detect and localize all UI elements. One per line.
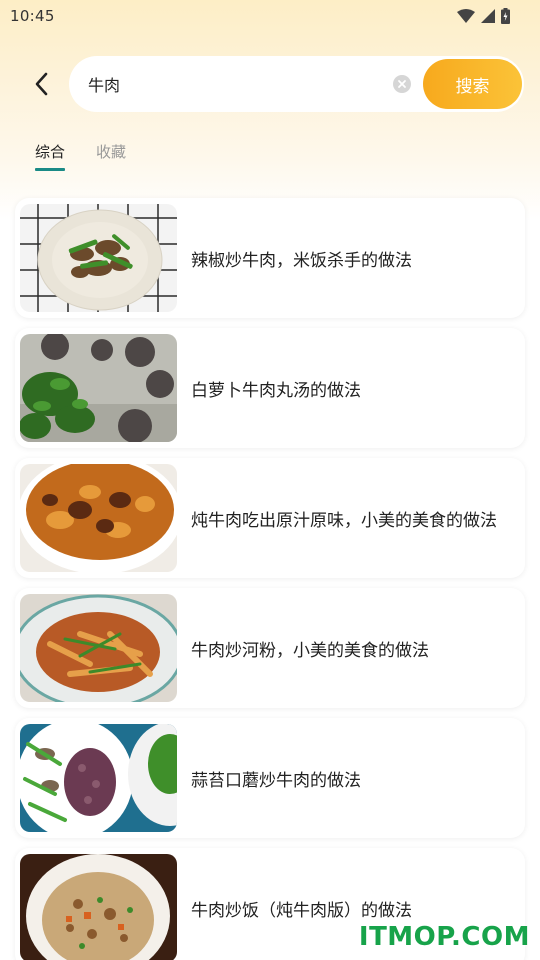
result-item[interactable]: 牛肉炒河粉，小美的美食的做法 <box>15 588 525 708</box>
result-item[interactable]: 辣椒炒牛肉，米饭杀手的做法 <box>15 198 525 318</box>
result-list: 辣椒炒牛肉，米饭杀手的做法 白萝卜牛肉丸汤的做法 炖牛肉吃出原汁原味，小美的美食… <box>15 198 525 960</box>
result-item[interactable]: 炖牛肉吃出原汁原味，小美的美食的做法 <box>15 458 525 578</box>
search-input[interactable] <box>88 70 378 98</box>
status-time: 10:45 <box>10 7 55 25</box>
tab-comprehensive[interactable]: 综合 <box>35 140 66 172</box>
signal-icon <box>481 9 495 23</box>
result-item[interactable]: 白萝卜牛肉丸汤的做法 <box>15 328 525 448</box>
header: 搜索 <box>0 56 540 112</box>
chevron-left-icon <box>35 72 48 96</box>
back-button[interactable] <box>24 66 60 102</box>
recipe-thumbnail <box>20 724 177 832</box>
recipe-title: 牛肉炒河粉，小美的美食的做法 <box>191 640 429 661</box>
status-bar: 10:45 <box>0 0 540 32</box>
wifi-icon <box>457 9 475 23</box>
recipe-thumbnail <box>20 334 177 442</box>
result-item[interactable]: 蒜苔口蘑炒牛肉的做法 <box>15 718 525 838</box>
search-button[interactable]: 搜索 <box>423 59 522 109</box>
recipe-title: 蒜苔口蘑炒牛肉的做法 <box>191 770 361 791</box>
tab-bar: 综合 收藏 <box>35 140 126 174</box>
clear-search-button[interactable] <box>393 75 411 93</box>
status-icons <box>457 8 510 24</box>
recipe-title: 炖牛肉吃出原汁原味，小美的美食的做法 <box>191 510 497 531</box>
recipe-title: 白萝卜牛肉丸汤的做法 <box>191 380 361 401</box>
search-box: 搜索 <box>69 56 524 112</box>
recipe-thumbnail <box>20 854 177 960</box>
battery-icon <box>501 8 510 24</box>
recipe-thumbnail <box>20 464 177 572</box>
screen: 10:45 牛肉 搜索 综合 收藏 辣椒炒牛肉，米饭杀手的做法 白萝卜牛肉丸汤的… <box>0 0 540 960</box>
watermark: ITMOP.COM <box>358 922 530 952</box>
recipe-title: 辣椒炒牛肉，米饭杀手的做法 <box>191 250 412 271</box>
tab-favorites[interactable]: 收藏 <box>96 140 126 172</box>
recipe-thumbnail <box>20 594 177 702</box>
close-icon <box>398 80 406 88</box>
recipe-thumbnail <box>20 204 177 312</box>
